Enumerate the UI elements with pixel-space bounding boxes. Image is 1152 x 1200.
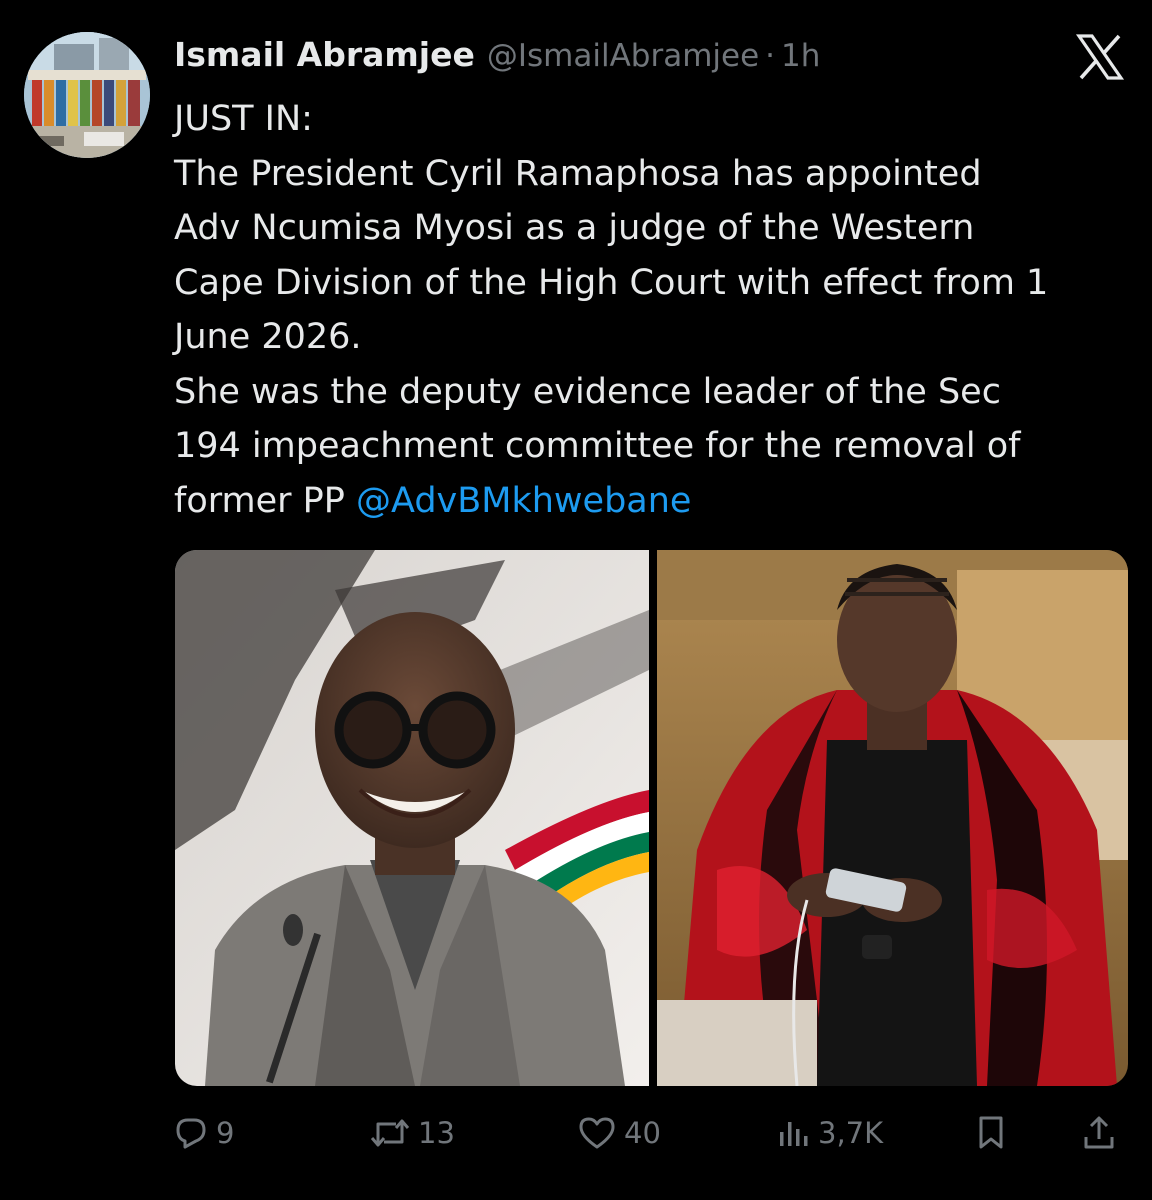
tweet-text-prefix: former PP	[174, 480, 356, 521]
x-logo-icon[interactable]	[1075, 32, 1125, 82]
media-photo-right[interactable]	[657, 550, 1128, 1086]
tweet-text-line: JUST IN:	[174, 99, 313, 139]
like-button[interactable]: 40	[578, 1108, 661, 1158]
media-photo-left[interactable]	[175, 550, 649, 1086]
avatar-image	[24, 32, 150, 158]
retweet-button[interactable]: 13	[370, 1108, 455, 1158]
reply-icon	[174, 1116, 208, 1150]
author-display-name[interactable]: Ismail Abramjee	[174, 30, 475, 80]
views-icon	[776, 1116, 810, 1150]
avatar[interactable]	[24, 32, 150, 158]
tweet-text-line: She was the deputy evidence leader of th…	[174, 371, 1001, 412]
woman-smiling-portrait	[175, 550, 649, 1086]
tweet-text-line: The President Cyril Ramaphosa has appoin…	[174, 153, 982, 194]
tweet-actions: 9 13 40 3,7K	[174, 1108, 1130, 1158]
share-button[interactable]	[1082, 1108, 1116, 1158]
tweet-text-line: Adv Ncumisa Myosi as a judge of the West…	[174, 208, 975, 248]
retweet-count: 13	[418, 1116, 455, 1150]
tweet-text: JUST IN: The President Cyril Ramaphosa h…	[174, 92, 1124, 528]
tweet-text-line: June 2026.	[174, 317, 362, 357]
header-separator: ·	[765, 38, 776, 74]
tweet-header: Ismail Abramjee @IsmailAbramjee · 1h	[174, 30, 820, 80]
share-icon	[1082, 1115, 1116, 1151]
tweet-text-line: Cape Division of the High Court with eff…	[174, 262, 1049, 303]
views-button[interactable]: 3,7K	[776, 1108, 883, 1158]
tweet: Ismail Abramjee @IsmailAbramjee · 1h JUS…	[0, 0, 1152, 1200]
bookmark-button[interactable]	[974, 1108, 1008, 1158]
author-handle[interactable]: @IsmailAbramjee	[487, 31, 759, 81]
bookmark-icon	[974, 1115, 1008, 1151]
reply-button[interactable]: 9	[174, 1108, 234, 1158]
tweet-timestamp[interactable]: 1h	[781, 31, 820, 81]
mention-link[interactable]: @AdvBMkhwebane	[356, 481, 691, 521]
tweet-text-last-line: former PP @AdvBMkhwebane	[174, 474, 1124, 529]
views-count: 3,7K	[818, 1116, 884, 1150]
heart-icon	[578, 1116, 616, 1150]
retweet-icon	[370, 1116, 410, 1150]
woman-looking-at-phone	[657, 550, 1128, 1086]
like-count: 40	[624, 1116, 661, 1150]
tweet-text-line: 194 impeachment committee for the remova…	[174, 426, 1021, 466]
tweet-media	[175, 550, 1128, 1086]
reply-count: 9	[216, 1116, 235, 1150]
